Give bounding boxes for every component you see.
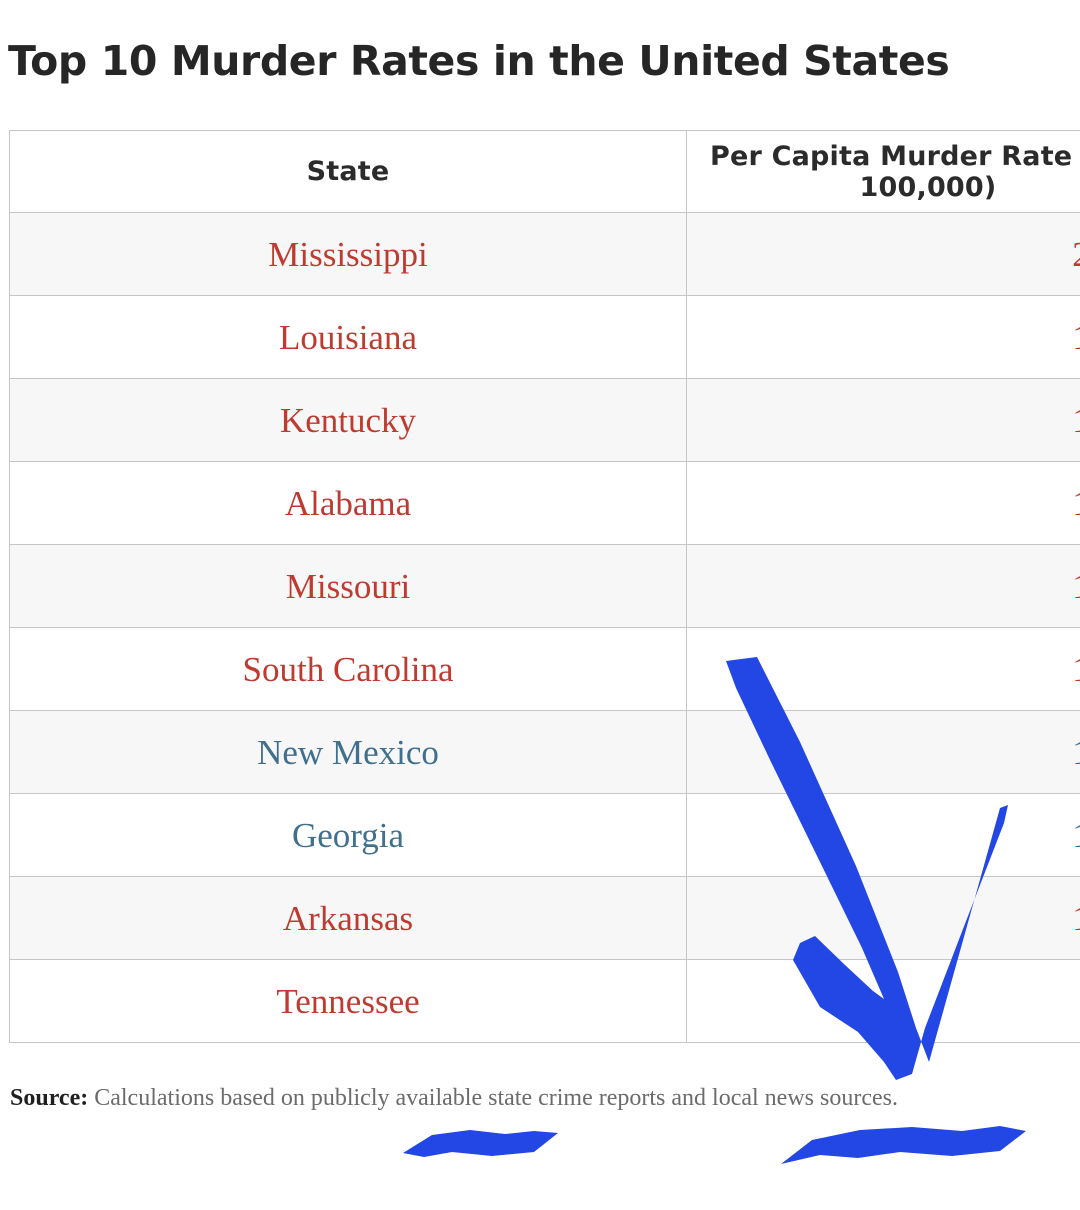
murder-rates-table: State Per Capita Murder Rate (per 100,00… [9,130,1080,1043]
cell-rate: 9.90 [686,959,1080,1043]
cell-state: New Mexico [9,710,687,794]
cell-state: Tennessee [9,959,687,1043]
cell-state: Mississippi [9,212,687,296]
table-row[interactable]: New Mexico10.70 [9,710,1080,794]
cell-state: Kentucky [9,378,687,462]
source-label: Source: [10,1085,89,1111]
cell-state: South Carolina [9,627,687,711]
cell-rate: 15.79 [686,295,1080,379]
murder-rates-table-container: State Per Capita Murder Rate (per 100,00… [9,130,1080,1043]
cell-rate: 10.29 [686,876,1080,960]
source-note: Source: Calculations based on publicly a… [10,1085,1070,1112]
cell-state: Missouri [9,544,687,628]
table-row[interactable]: Alabama14.20 [9,461,1080,545]
cell-state: Louisiana [9,295,687,379]
document-page: Top 10 Murder Rates in the United States… [0,0,1080,1210]
cell-rate: 14.00 [686,544,1080,628]
table-row[interactable]: Louisiana15.79 [9,295,1080,379]
cell-rate: 14.32 [686,378,1080,462]
cell-rate: 10.70 [686,710,1080,794]
cell-state: Georgia [9,793,687,877]
cell-rate: 14.20 [686,461,1080,545]
table-row[interactable]: South Carolina10.72 [9,627,1080,711]
table-header: State Per Capita Murder Rate (per 100,00… [9,130,1080,213]
source-text: Calculations based on publicly available… [88,1085,898,1111]
column-header-state[interactable]: State [9,130,687,213]
table-header-row: State Per Capita Murder Rate (per 100,00… [9,130,1080,213]
cell-rate: 10.72 [686,627,1080,711]
table-row[interactable]: Arkansas10.29 [9,876,1080,960]
table-body: Mississippi20.50Louisiana15.79Kentucky14… [9,212,1080,1043]
table-row[interactable]: Kentucky14.32 [9,378,1080,462]
column-header-rate[interactable]: Per Capita Murder Rate (per 100,000) [686,130,1080,213]
cell-state: Alabama [9,461,687,545]
cell-rate: 10.50 [686,793,1080,877]
table-row[interactable]: Missouri14.00 [9,544,1080,628]
page-title: Top 10 Murder Rates in the United States [8,37,950,86]
cell-state: Arkansas [9,876,687,960]
underline-stroke-left [403,1130,558,1157]
table-row[interactable]: Georgia10.50 [9,793,1080,877]
cell-rate: 20.50 [686,212,1080,296]
underline-stroke-right [781,1126,1026,1164]
table-row[interactable]: Tennessee9.90 [9,959,1080,1043]
table-row[interactable]: Mississippi20.50 [9,212,1080,296]
